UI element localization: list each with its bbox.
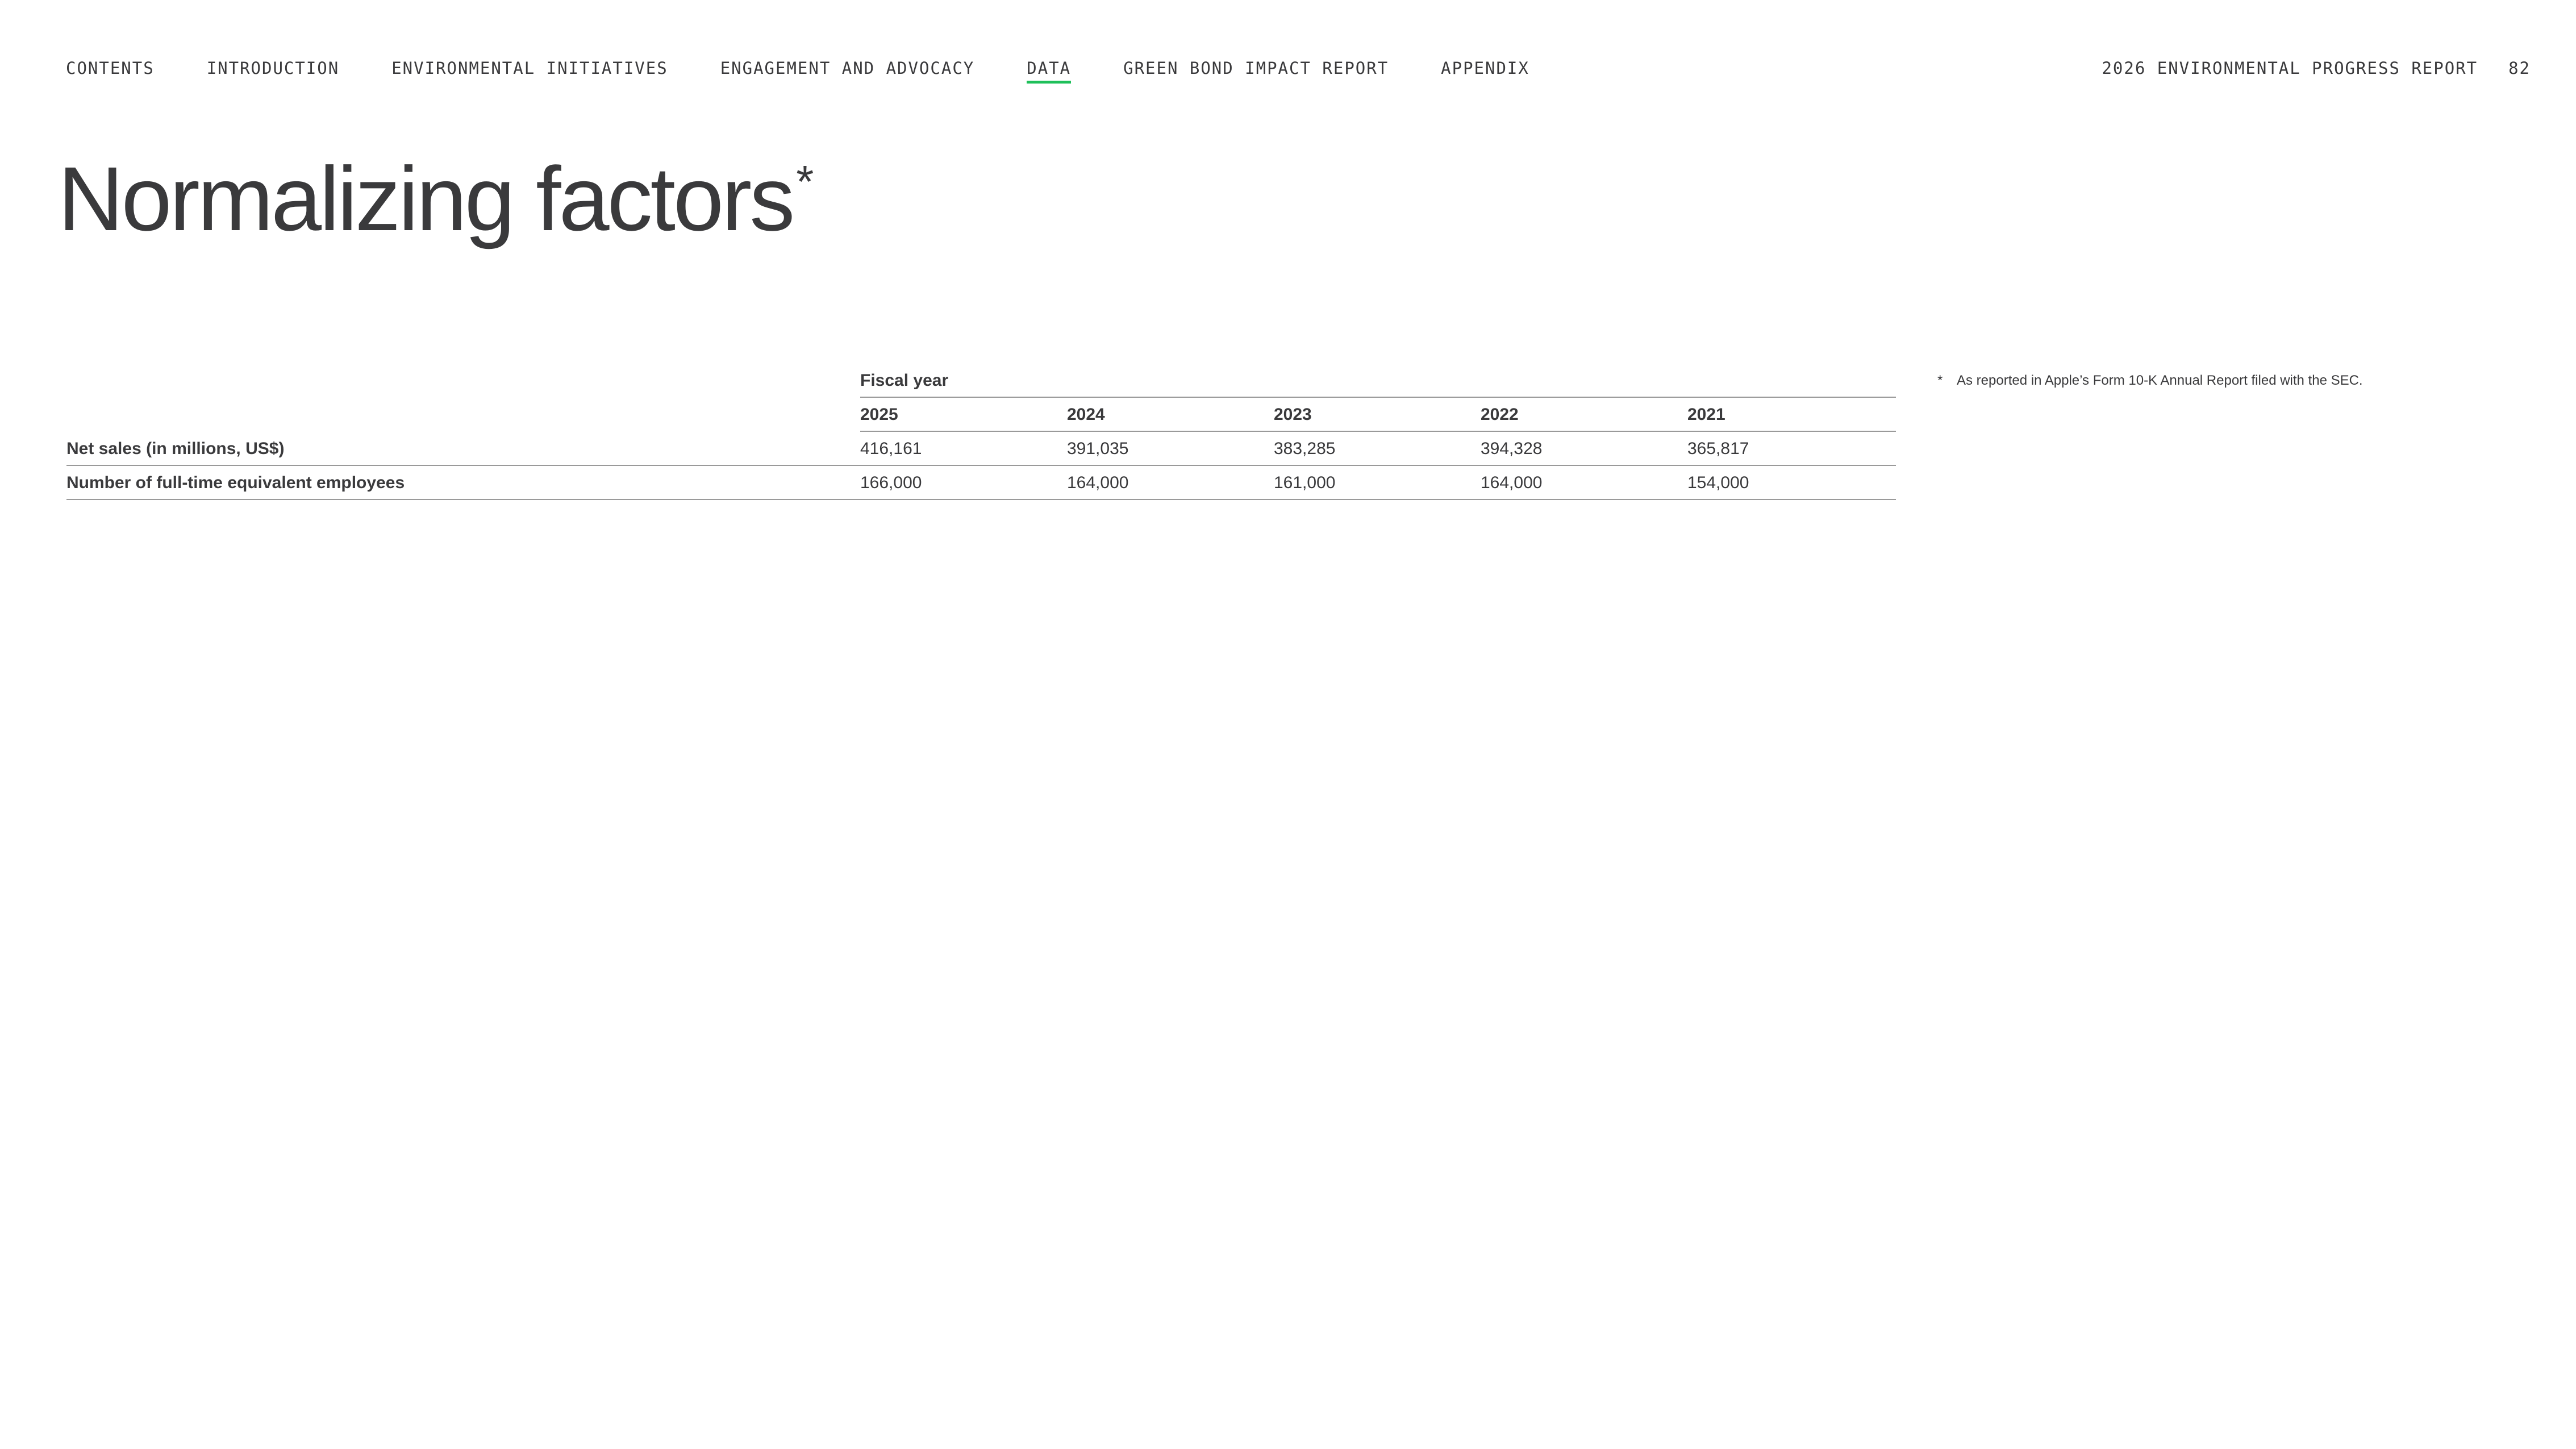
table-header-row: 2025 2024 2023 2022 2021 bbox=[66, 398, 1896, 432]
table-row-employees: Number of full-time equivalent employees… bbox=[66, 466, 1896, 500]
table-cell: 394,328 bbox=[1481, 439, 1543, 458]
year-header: 2025 bbox=[860, 405, 898, 424]
footnote-text: As reported in Apple’s Form 10-K Annual … bbox=[1957, 373, 2363, 388]
report-title: 2026 ENVIRONMENTAL PROGRESS REPORT bbox=[2102, 59, 2478, 78]
table-divider bbox=[66, 499, 1896, 500]
footnote: * As reported in Apple’s Form 10-K Annual… bbox=[1937, 370, 2363, 391]
table-cell: 383,285 bbox=[1274, 439, 1336, 458]
table-row-net-sales: Net sales (in millions, US$) 416,161 391… bbox=[66, 432, 1896, 466]
year-header: 2022 bbox=[1481, 405, 1519, 424]
table-cell: 161,000 bbox=[1274, 473, 1336, 492]
nav-item-engagement-and-advocacy[interactable]: ENGAGEMENT AND ADVOCACY bbox=[720, 55, 975, 82]
report-header: 2026 ENVIRONMENTAL PROGRESS REPORT 82 bbox=[2102, 55, 2531, 82]
section-nav: CONTENTS INTRODUCTION ENVIRONMENTAL INIT… bbox=[66, 55, 1582, 84]
nav-item-appendix[interactable]: APPENDIX bbox=[1441, 55, 1529, 82]
page-title: Normalizing factors* bbox=[58, 142, 814, 256]
title-footnote-mark: * bbox=[796, 156, 814, 207]
nav-item-green-bond-impact-report[interactable]: GREEN BOND IMPACT REPORT bbox=[1123, 55, 1389, 82]
nav-item-data[interactable]: DATA bbox=[1027, 55, 1071, 84]
table-cell: 154,000 bbox=[1687, 473, 1749, 492]
nav-item-introduction[interactable]: INTRODUCTION bbox=[207, 55, 340, 82]
table-cell: 166,000 bbox=[860, 473, 922, 492]
table-cell: 391,035 bbox=[1067, 439, 1129, 458]
table-cell: 365,817 bbox=[1687, 439, 1749, 458]
row-label: Number of full-time equivalent employees bbox=[66, 473, 405, 492]
footnote-mark: * bbox=[1937, 373, 1943, 388]
table-group-header-row: Fiscal year bbox=[66, 364, 1896, 398]
nav-item-environmental-initiatives[interactable]: ENVIRONMENTAL INITIATIVES bbox=[391, 55, 668, 82]
table-cell: 164,000 bbox=[1067, 473, 1129, 492]
page-number: 82 bbox=[2508, 59, 2531, 78]
nav-item-contents[interactable]: CONTENTS bbox=[66, 55, 155, 82]
year-header: 2024 bbox=[1067, 405, 1105, 424]
table-cell: 416,161 bbox=[860, 439, 922, 458]
fiscal-year-header: Fiscal year bbox=[860, 371, 949, 390]
year-header: 2023 bbox=[1274, 405, 1312, 424]
row-label: Net sales (in millions, US$) bbox=[66, 439, 285, 458]
table-cell: 164,000 bbox=[1481, 473, 1543, 492]
year-header: 2021 bbox=[1687, 405, 1725, 424]
normalizing-factors-table: Fiscal year 2025 2024 2023 2022 2021 Net… bbox=[66, 364, 1896, 500]
page-title-text: Normalizing factors bbox=[58, 148, 795, 249]
